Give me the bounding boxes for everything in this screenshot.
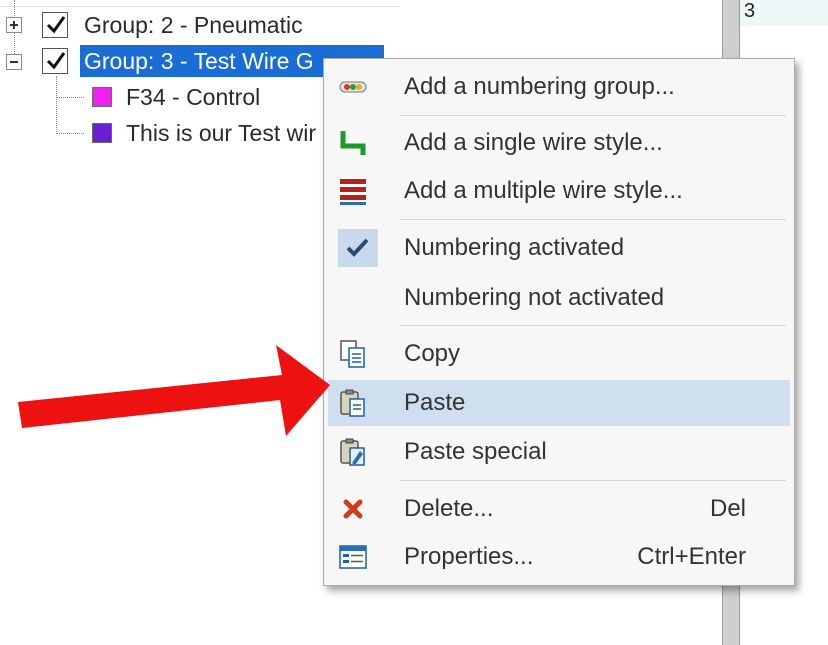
annotation-arrow-icon: [18, 345, 330, 436]
